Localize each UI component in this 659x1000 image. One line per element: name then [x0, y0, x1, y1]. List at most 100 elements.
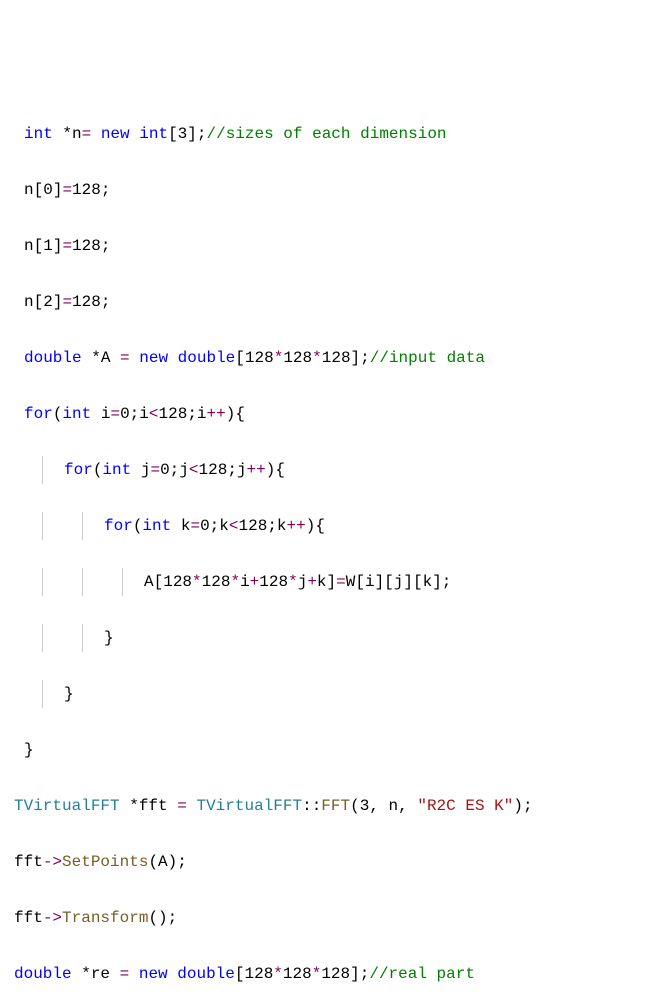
token-ident: A — [144, 573, 154, 591]
code-line: } — [4, 680, 659, 708]
token-punct: ; — [227, 461, 237, 479]
token-op: * — [288, 573, 298, 591]
token-punct — [130, 349, 140, 367]
token-punct: ){ — [226, 405, 245, 423]
token-kw: double — [24, 349, 82, 367]
token-kw: int — [62, 405, 91, 423]
token-punct: ; — [130, 405, 140, 423]
token-op: -> — [43, 853, 62, 871]
token-op: * — [230, 573, 240, 591]
indent-guide — [42, 568, 43, 596]
code-line: fft->SetPoints(A); — [4, 848, 659, 876]
token-op: = — [120, 349, 130, 367]
code-line: A[128*128*i+128*j+k]=W[i][j][k]; — [4, 568, 659, 596]
token-ident: i — [240, 573, 250, 591]
token-type: TVirtualFFT — [14, 797, 120, 815]
token-num: 128 — [245, 349, 274, 367]
code-line: double *re = new double[128*128*128];//r… — [4, 960, 659, 988]
token-punct: * — [53, 125, 72, 143]
token-punct: [ — [235, 349, 245, 367]
token-str: "R2C ES K" — [417, 797, 513, 815]
token-ident: k — [277, 517, 287, 535]
token-punct — [168, 797, 178, 815]
code-editor[interactable]: int *n= new int[3];//sizes of each dimen… — [4, 120, 659, 1000]
token-punct — [91, 405, 101, 423]
token-ident: k — [423, 573, 433, 591]
code-line: double *A = new double[128*128*128];//in… — [4, 344, 659, 372]
token-num: 3 — [178, 125, 188, 143]
token-op: * — [312, 965, 322, 983]
token-kw: new — [101, 125, 130, 143]
token-ident: A — [158, 853, 168, 871]
token-punct: ] — [327, 573, 337, 591]
token-op: ++ — [247, 461, 266, 479]
token-num: 128 — [321, 965, 350, 983]
token-op: = — [62, 237, 72, 255]
token-num: 128 — [163, 573, 192, 591]
token-punct: ]; — [187, 125, 206, 143]
token-ident: j — [237, 461, 247, 479]
token-op: < — [189, 461, 199, 479]
code-line: fft->Transform(); — [4, 904, 659, 932]
token-kw: double — [177, 965, 235, 983]
code-line: TVirtualFFT *fft = TVirtualFFT::FFT(3, n… — [4, 792, 659, 820]
token-op: ++ — [207, 405, 226, 423]
token-punct: } — [24, 741, 34, 759]
token-punct: ][ — [375, 573, 394, 591]
token-num: 128 — [72, 181, 101, 199]
code-line: for(int k=0;k<128;k++){ — [4, 512, 659, 540]
token-punct: ; — [101, 237, 111, 255]
token-op: < — [149, 405, 159, 423]
indent-guide — [82, 512, 83, 540]
token-punct — [168, 965, 178, 983]
code-line: int *n= new int[3];//sizes of each dimen… — [4, 120, 659, 148]
token-kw: int — [24, 125, 53, 143]
token-punct: [ — [355, 573, 365, 591]
token-ident: j — [141, 461, 151, 479]
indent-guide — [42, 456, 43, 484]
token-kw: new — [139, 965, 168, 983]
code-line: n[0]=128; — [4, 176, 659, 204]
token-op: = — [62, 293, 72, 311]
token-punct — [110, 349, 120, 367]
token-punct: * — [72, 965, 91, 983]
token-ident: n — [24, 237, 34, 255]
token-kw: new — [139, 349, 168, 367]
token-punct: ]; — [351, 349, 370, 367]
token-ident: fft — [14, 853, 43, 871]
token-op: ++ — [287, 517, 306, 535]
token-op: = — [82, 125, 101, 143]
token-punct: ; — [210, 517, 220, 535]
code-line: for(int i=0;i<128;i++){ — [4, 400, 659, 428]
token-punct: [ — [34, 293, 44, 311]
token-punct: ( — [148, 853, 158, 871]
token-punct: } — [104, 629, 114, 647]
token-punct — [168, 349, 178, 367]
token-op: * — [273, 965, 283, 983]
token-kw: for — [64, 461, 93, 479]
token-ident: i — [101, 405, 111, 423]
token-func: SetPoints — [62, 853, 148, 871]
token-punct: ]; — [350, 965, 369, 983]
token-punct: ); — [168, 853, 187, 871]
token-ident: k — [317, 573, 327, 591]
code-line: for(int j=0;j<128;j++){ — [4, 456, 659, 484]
token-punct: [ — [235, 965, 245, 983]
token-punct: ; — [187, 405, 197, 423]
token-punct: ][ — [403, 573, 422, 591]
token-punct — [130, 125, 140, 143]
token-ident: i — [139, 405, 149, 423]
code-line: n[1]=128; — [4, 232, 659, 260]
token-kw: double — [14, 965, 72, 983]
token-ident: j — [394, 573, 404, 591]
token-punct: ; — [267, 517, 277, 535]
token-kw: int — [102, 461, 131, 479]
code-line: } — [4, 736, 659, 764]
token-op: = — [150, 461, 160, 479]
token-punct: ); — [513, 797, 532, 815]
token-kw: double — [178, 349, 236, 367]
token-punct: [ — [34, 237, 44, 255]
token-func: Transform — [62, 909, 148, 927]
indent-guide — [42, 512, 43, 540]
token-ident: fft — [14, 909, 43, 927]
